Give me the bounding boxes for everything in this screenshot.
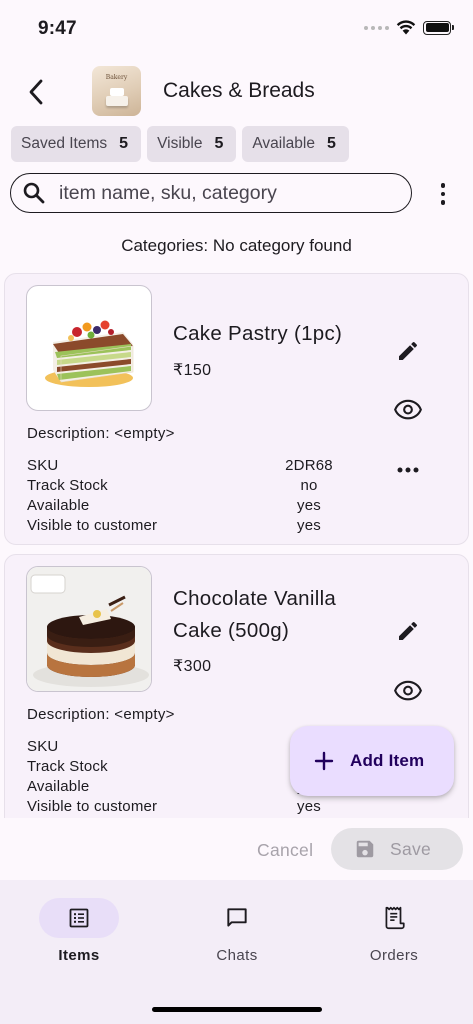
field-label: Visible to customer (27, 798, 158, 815)
wifi-icon (396, 20, 416, 35)
chip-count: 5 (214, 135, 224, 152)
field-label: Available (27, 497, 90, 514)
battery-icon (423, 20, 454, 35)
floppy-disk-icon (356, 840, 374, 858)
field-label: Available (27, 778, 90, 795)
field-row-visible: Visible to customer yes (27, 517, 447, 537)
nav-item-chats[interactable]: Chats (182, 898, 292, 964)
field-value: yes (297, 497, 321, 514)
store-logo: Bakery (92, 66, 141, 116)
store-logo-text: Bakery (105, 74, 128, 81)
field-label: SKU (27, 738, 59, 755)
action-bar: Cancel Save (0, 818, 473, 880)
item-card: Chocolate Vanilla Cake (500g) ₹300 Descr… (4, 554, 469, 844)
save-label: Save (390, 838, 432, 859)
status-bar: 9:47 (0, 0, 473, 58)
save-button[interactable]: Save (331, 828, 463, 870)
item-name: Cake Pastry (1pc) (173, 322, 343, 345)
cancel-button[interactable]: Cancel (257, 840, 313, 861)
add-item-button[interactable]: Add Item (290, 726, 454, 796)
chip-label: Available (252, 135, 315, 152)
chip-visible[interactable]: Visible 5 (147, 126, 237, 162)
visibility-button[interactable] (390, 672, 426, 708)
back-button[interactable] (18, 74, 54, 110)
visibility-button[interactable] (390, 391, 426, 427)
search-icon (23, 182, 45, 204)
nav-label: Orders (369, 947, 419, 964)
nav-item-items[interactable]: Items (24, 898, 134, 964)
field-row-available: Available yes (27, 497, 447, 517)
receipt-icon (385, 906, 405, 930)
status-icons (364, 20, 454, 35)
chip-available[interactable]: Available 5 (242, 126, 349, 162)
back-arrow-icon (29, 79, 43, 105)
item-card: Cake Pastry (1pc) ₹150 Description: <emp… (4, 273, 469, 545)
search-bar (10, 173, 412, 213)
edit-button[interactable] (390, 613, 426, 649)
page-title: Cakes & Breads (163, 79, 315, 102)
field-label: Visible to customer (27, 517, 158, 534)
field-row-track-stock: Track Stock no (27, 477, 447, 497)
item-image (26, 285, 152, 411)
field-label: SKU (27, 457, 59, 474)
chip-count: 5 (326, 135, 336, 152)
chip-label: Saved Items (21, 135, 108, 152)
cellular-signal-icon (364, 25, 389, 30)
item-name-line-2: Cake (500g) (173, 619, 290, 642)
app-header: Bakery Cakes & Breads (0, 60, 473, 124)
field-label: Track Stock (27, 758, 108, 775)
item-description: Description: <empty> (27, 706, 175, 723)
nav-label: Chats (216, 947, 258, 964)
item-image (26, 566, 152, 692)
search-input[interactable] (59, 181, 389, 205)
list-alt-icon (69, 908, 89, 928)
field-value: 2DR68 (285, 457, 333, 474)
eye-icon (394, 680, 422, 701)
field-label: Track Stock (27, 477, 108, 494)
chip-saved-items[interactable]: Saved Items 5 (11, 126, 142, 162)
add-item-label: Add Item (350, 751, 425, 770)
plus-icon (314, 751, 334, 771)
home-indicator (152, 1007, 322, 1012)
summary-chips: Saved Items 5 Visible 5 Available 5 (11, 126, 349, 162)
bottom-navigation: Items Chats Orders (0, 880, 473, 1024)
field-row-sku: SKU 2DR68 (27, 457, 447, 477)
field-row-visible: Visible to customer yes (27, 798, 447, 818)
edit-pencil-icon (399, 621, 418, 640)
item-price: ₹150 (173, 362, 212, 379)
nav-active-indicator (39, 898, 119, 938)
edit-button[interactable] (390, 333, 426, 369)
field-value: yes (297, 517, 321, 534)
item-name: Chocolate Vanilla Cake (500g) (173, 583, 336, 647)
more-options-icon[interactable] (432, 180, 454, 208)
status-time: 9:47 (38, 18, 77, 39)
item-price: ₹300 (173, 658, 212, 675)
edit-pencil-icon (399, 341, 418, 360)
chat-bubble-icon (227, 908, 247, 927)
chip-count: 5 (119, 135, 129, 152)
nav-item-orders[interactable]: Orders (339, 898, 449, 964)
categories-text: Categories: No category found (121, 236, 352, 255)
nav-label: Items (58, 947, 100, 964)
chip-label: Visible (157, 135, 203, 152)
field-value: yes (297, 798, 321, 815)
field-value: no (300, 477, 318, 494)
item-description: Description: <empty> (27, 425, 175, 442)
eye-icon (394, 399, 422, 420)
item-name-line-1: Chocolate Vanilla (173, 587, 337, 610)
